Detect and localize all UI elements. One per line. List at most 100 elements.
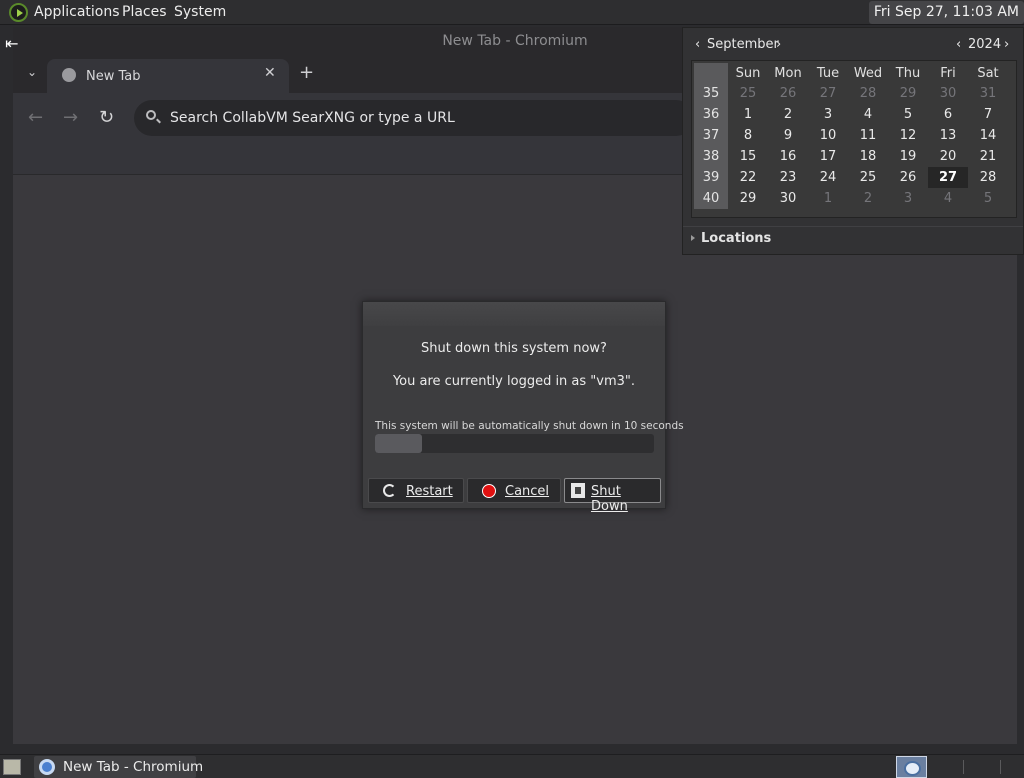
forward-icon[interactable]: → [63, 107, 78, 128]
dialog-title-bar[interactable] [363, 302, 665, 326]
restart-label: Restart [406, 484, 453, 499]
day-cell[interactable]: 2 [768, 104, 808, 125]
day-cell[interactable]: 30 [928, 83, 968, 104]
restart-icon [383, 484, 396, 497]
tab-label: New Tab [86, 69, 141, 84]
calendar-popup: ‹ September › ‹ 2024 › Sun Mon Tue Wed T… [682, 27, 1024, 255]
weekday-label: Sun [735, 65, 761, 81]
weekday-label: Sat [977, 65, 999, 81]
week-number: 37 [694, 125, 728, 146]
day-cell[interactable]: 3 [808, 104, 848, 125]
week-number: 40 [694, 188, 728, 209]
mouse-cursor-icon: ⇤ [5, 34, 19, 53]
places-menu[interactable]: Places [122, 4, 167, 20]
day-cell[interactable]: 18 [848, 146, 888, 167]
dialog-question: Shut down this system now? [421, 341, 607, 356]
taskbar-item-chromium[interactable]: New Tab - Chromium [34, 756, 203, 778]
clock[interactable]: Fri Sep 27, 11:03 AM [868, 1, 1024, 24]
day-cell[interactable]: 19 [888, 146, 928, 167]
close-icon[interactable]: ✕ [264, 65, 276, 81]
day-cell[interactable]: 14 [968, 125, 1008, 146]
day-cell[interactable]: 1 [728, 104, 768, 125]
week-row: 39 22 23 24 25 26 27 28 [694, 167, 1008, 188]
chromium-icon [39, 759, 55, 775]
locations-expander[interactable]: Locations [691, 231, 771, 246]
day-cell[interactable]: 22 [728, 167, 768, 188]
gnome-foot-icon[interactable] [9, 3, 28, 22]
weekday-label: Tue [816, 65, 840, 81]
day-cell[interactable]: 13 [928, 125, 968, 146]
day-cell[interactable]: 10 [808, 125, 848, 146]
day-cell[interactable]: 25 [728, 83, 768, 104]
week-row: 40 29 30 1 2 3 4 5 [694, 188, 1008, 209]
next-year-icon[interactable]: › [1004, 37, 1009, 52]
show-desktop-icon[interactable] [3, 759, 21, 775]
new-tab-button[interactable]: + [299, 62, 314, 83]
weekday-label: Fri [940, 65, 956, 81]
workspace-separator [963, 760, 964, 774]
taskbar-item-label: New Tab - Chromium [63, 759, 204, 775]
day-cell[interactable]: 12 [888, 125, 928, 146]
locations-label: Locations [701, 231, 772, 246]
week-row: 36 1 2 3 4 5 6 7 [694, 104, 1008, 125]
day-cell[interactable]: 31 [968, 83, 1008, 104]
restart-button[interactable]: Restart [368, 478, 464, 503]
weekday-label: Mon [774, 65, 802, 81]
cancel-button[interactable]: Cancel [467, 478, 561, 503]
prev-year-icon[interactable]: ‹ [956, 37, 961, 52]
day-cell[interactable]: 6 [928, 104, 968, 125]
omnibox[interactable]: Search CollabVM SearXNG or type a URL [134, 100, 694, 136]
day-cell[interactable]: 1 [808, 188, 848, 209]
day-cell[interactable]: 20 [928, 146, 968, 167]
dialog-logged-in-text: You are currently logged in as "vm3". [392, 374, 636, 389]
workspace-separator [1000, 760, 1001, 774]
chevron-down-icon[interactable]: ⌄ [27, 65, 37, 79]
day-cell[interactable]: 7 [968, 104, 1008, 125]
applications-menu[interactable]: Applications [34, 4, 120, 20]
week-number-header [694, 63, 728, 83]
day-cell-today[interactable]: 27 [928, 167, 968, 188]
day-cell[interactable]: 17 [808, 146, 848, 167]
day-cell[interactable]: 2 [848, 188, 888, 209]
day-cell[interactable]: 30 [768, 188, 808, 209]
shut-down-button[interactable]: Shut Down [564, 478, 661, 514]
day-cell[interactable]: 28 [968, 167, 1008, 188]
day-cell[interactable]: 24 [808, 167, 848, 188]
omnibox-placeholder: Search CollabVM SearXNG or type a URL [170, 110, 455, 126]
week-row: 38 15 16 17 18 19 20 21 [694, 146, 1008, 167]
bottom-panel: New Tab - Chromium [0, 754, 1024, 778]
back-icon[interactable]: ← [28, 107, 43, 128]
next-month-icon[interactable]: › [776, 37, 781, 52]
calendar-grid: Sun Mon Tue Wed Thu Fri Sat 35 25 26 27 … [691, 60, 1017, 218]
day-cell[interactable]: 28 [848, 83, 888, 104]
day-cell[interactable]: 9 [768, 125, 808, 146]
day-cell[interactable]: 16 [768, 146, 808, 167]
day-cell[interactable]: 5 [968, 188, 1008, 209]
day-cell[interactable]: 15 [728, 146, 768, 167]
day-cell[interactable]: 23 [768, 167, 808, 188]
day-cell[interactable]: 5 [888, 104, 928, 125]
cancel-label: Cancel [505, 484, 550, 499]
day-cell[interactable]: 27 [808, 83, 848, 104]
day-cell[interactable]: 4 [928, 188, 968, 209]
day-cell[interactable]: 26 [768, 83, 808, 104]
countdown-text: This system will be automatically shut d… [375, 420, 684, 432]
reload-icon[interactable]: ↻ [99, 107, 114, 128]
day-cell[interactable]: 3 [888, 188, 928, 209]
system-menu[interactable]: System [174, 4, 226, 20]
workspace-switcher-active[interactable] [896, 756, 927, 778]
power-icon [571, 483, 585, 498]
day-cell[interactable]: 8 [728, 125, 768, 146]
progress-fill [375, 434, 423, 453]
day-cell[interactable]: 11 [848, 125, 888, 146]
day-cell[interactable]: 21 [968, 146, 1008, 167]
prev-month-icon[interactable]: ‹ [695, 37, 700, 52]
tab-new-tab[interactable]: New Tab ✕ [47, 59, 289, 93]
day-cell[interactable]: 25 [848, 167, 888, 188]
calendar-header: ‹ September › ‹ 2024 › [691, 34, 1016, 56]
day-cell[interactable]: 26 [888, 167, 928, 188]
day-cell[interactable]: 4 [848, 104, 888, 125]
day-cell[interactable]: 29 [888, 83, 928, 104]
week-row: 37 8 9 10 11 12 13 14 [694, 125, 1008, 146]
day-cell[interactable]: 29 [728, 188, 768, 209]
